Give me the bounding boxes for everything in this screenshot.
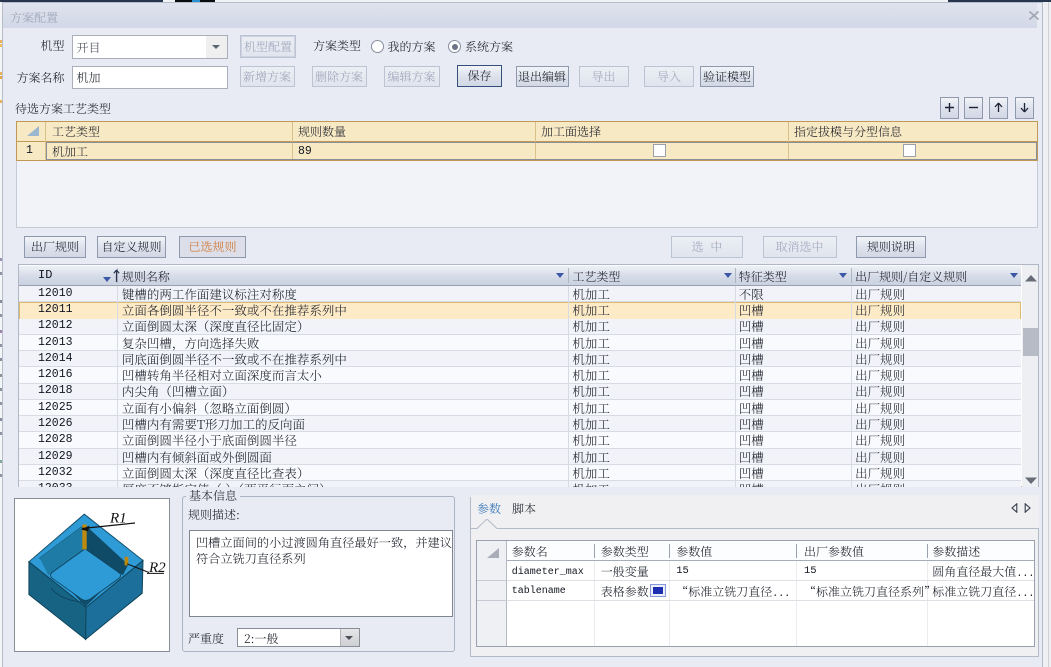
svg-text:R1: R1	[109, 511, 127, 527]
svg-text:R2: R2	[148, 560, 166, 576]
